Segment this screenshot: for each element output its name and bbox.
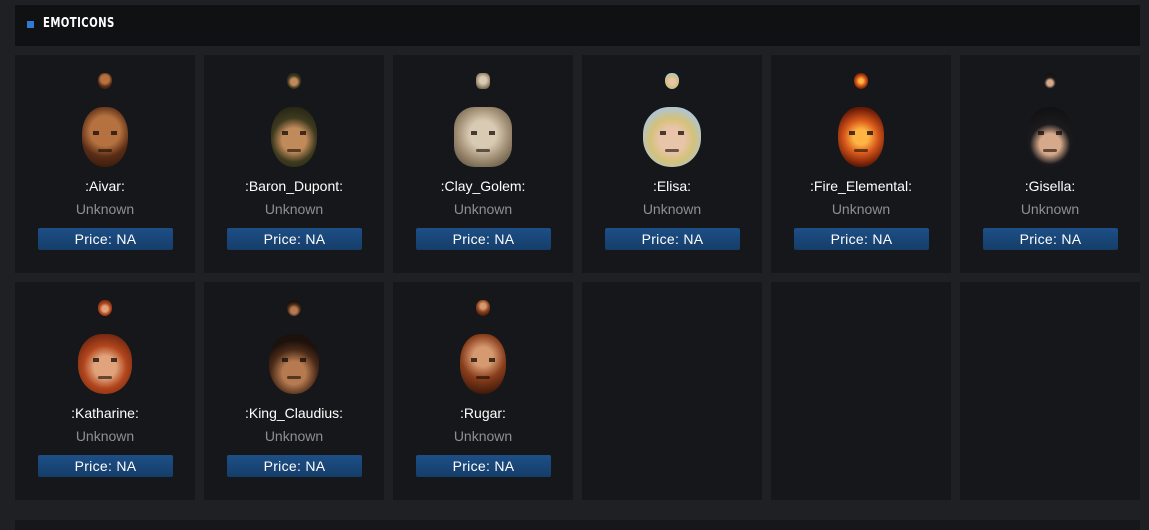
emoticon-card-clay-golem[interactable]: :Clay_Golem: Unknown Price: NA [393, 55, 573, 273]
emoticon-name: :Katharine: [71, 405, 139, 421]
emoticon-status: Unknown [75, 428, 135, 444]
gisella-small-portrait-icon [1043, 73, 1057, 89]
empty-card [582, 282, 762, 500]
katharine-small-portrait-icon [98, 300, 112, 316]
elisa-portrait-icon [643, 107, 701, 167]
clay-golem-small-portrait-icon [476, 73, 490, 89]
elisa-small-portrait-icon [665, 73, 679, 89]
emoticon-card-gisella[interactable]: :Gisella: Unknown Price: NA [960, 55, 1140, 273]
emoticon-status: Unknown [1020, 201, 1080, 217]
section-header: EMOTICONS [15, 5, 1140, 46]
emoticon-name: :Rugar: [460, 405, 506, 421]
next-section-header [15, 520, 1140, 530]
empty-card [771, 282, 951, 500]
emoticon-card-aivar[interactable]: :Aivar: Unknown Price: NA [15, 55, 195, 273]
rugar-small-portrait-icon [476, 300, 490, 316]
clay-golem-portrait-icon [454, 107, 512, 167]
emoticon-status: Unknown [453, 428, 513, 444]
emoticon-name: :Gisella: [1024, 178, 1076, 194]
katharine-portrait-icon [78, 334, 132, 394]
baron-dupont-portrait-icon [271, 107, 317, 167]
rugar-portrait-icon [460, 334, 506, 394]
emoticon-card-rugar[interactable]: :Rugar: Unknown Price: NA [393, 282, 573, 500]
emoticon-status: Unknown [264, 201, 324, 217]
section-title: EMOTICONS [43, 16, 115, 31]
emoticon-name: :King_Claudius: [244, 405, 344, 421]
emoticon-status: Unknown [642, 201, 702, 217]
price-button[interactable]: Price: NA [38, 455, 173, 477]
emoticon-card-baron-dupont[interactable]: :Baron_Dupont: Unknown Price: NA [204, 55, 384, 273]
king-claudius-small-portrait-icon [287, 300, 301, 316]
emoticon-status: Unknown [264, 428, 324, 444]
emoticon-name: :Aivar: [85, 178, 125, 194]
section-bullet-icon [27, 21, 34, 28]
emoticon-status: Unknown [75, 201, 135, 217]
baron-dupont-small-portrait-icon [287, 73, 301, 89]
empty-card [960, 282, 1140, 500]
price-button[interactable]: Price: NA [227, 455, 362, 477]
gisella-portrait-icon [1027, 107, 1073, 167]
price-button[interactable]: Price: NA [794, 228, 929, 250]
price-button[interactable]: Price: NA [38, 228, 173, 250]
price-button[interactable]: Price: NA [605, 228, 740, 250]
aivar-portrait-icon [82, 107, 128, 167]
emoticon-name: :Baron_Dupont: [244, 178, 344, 194]
emoticon-name: :Elisa: [652, 178, 692, 194]
price-button[interactable]: Price: NA [416, 455, 551, 477]
emoticon-status: Unknown [831, 201, 891, 217]
emoticon-card-elisa[interactable]: :Elisa: Unknown Price: NA [582, 55, 762, 273]
emoticon-grid: :Aivar: Unknown Price: NA :Baron_Dupont:… [15, 55, 1140, 500]
fire-elemental-small-portrait-icon [854, 73, 868, 89]
emoticon-name: :Clay_Golem: [440, 178, 526, 194]
emoticon-card-katharine[interactable]: :Katharine: Unknown Price: NA [15, 282, 195, 500]
price-button[interactable]: Price: NA [416, 228, 551, 250]
emoticon-status: Unknown [453, 201, 513, 217]
king-claudius-portrait-icon [269, 334, 319, 394]
fire-elemental-portrait-icon [838, 107, 884, 167]
emoticon-name: :Fire_Elemental: [810, 178, 912, 194]
price-button[interactable]: Price: NA [227, 228, 362, 250]
price-button[interactable]: Price: NA [983, 228, 1118, 250]
aivar-small-portrait-icon [98, 73, 112, 89]
emoticon-card-fire-elemental[interactable]: :Fire_Elemental: Unknown Price: NA [771, 55, 951, 273]
emoticon-card-king-claudius[interactable]: :King_Claudius: Unknown Price: NA [204, 282, 384, 500]
